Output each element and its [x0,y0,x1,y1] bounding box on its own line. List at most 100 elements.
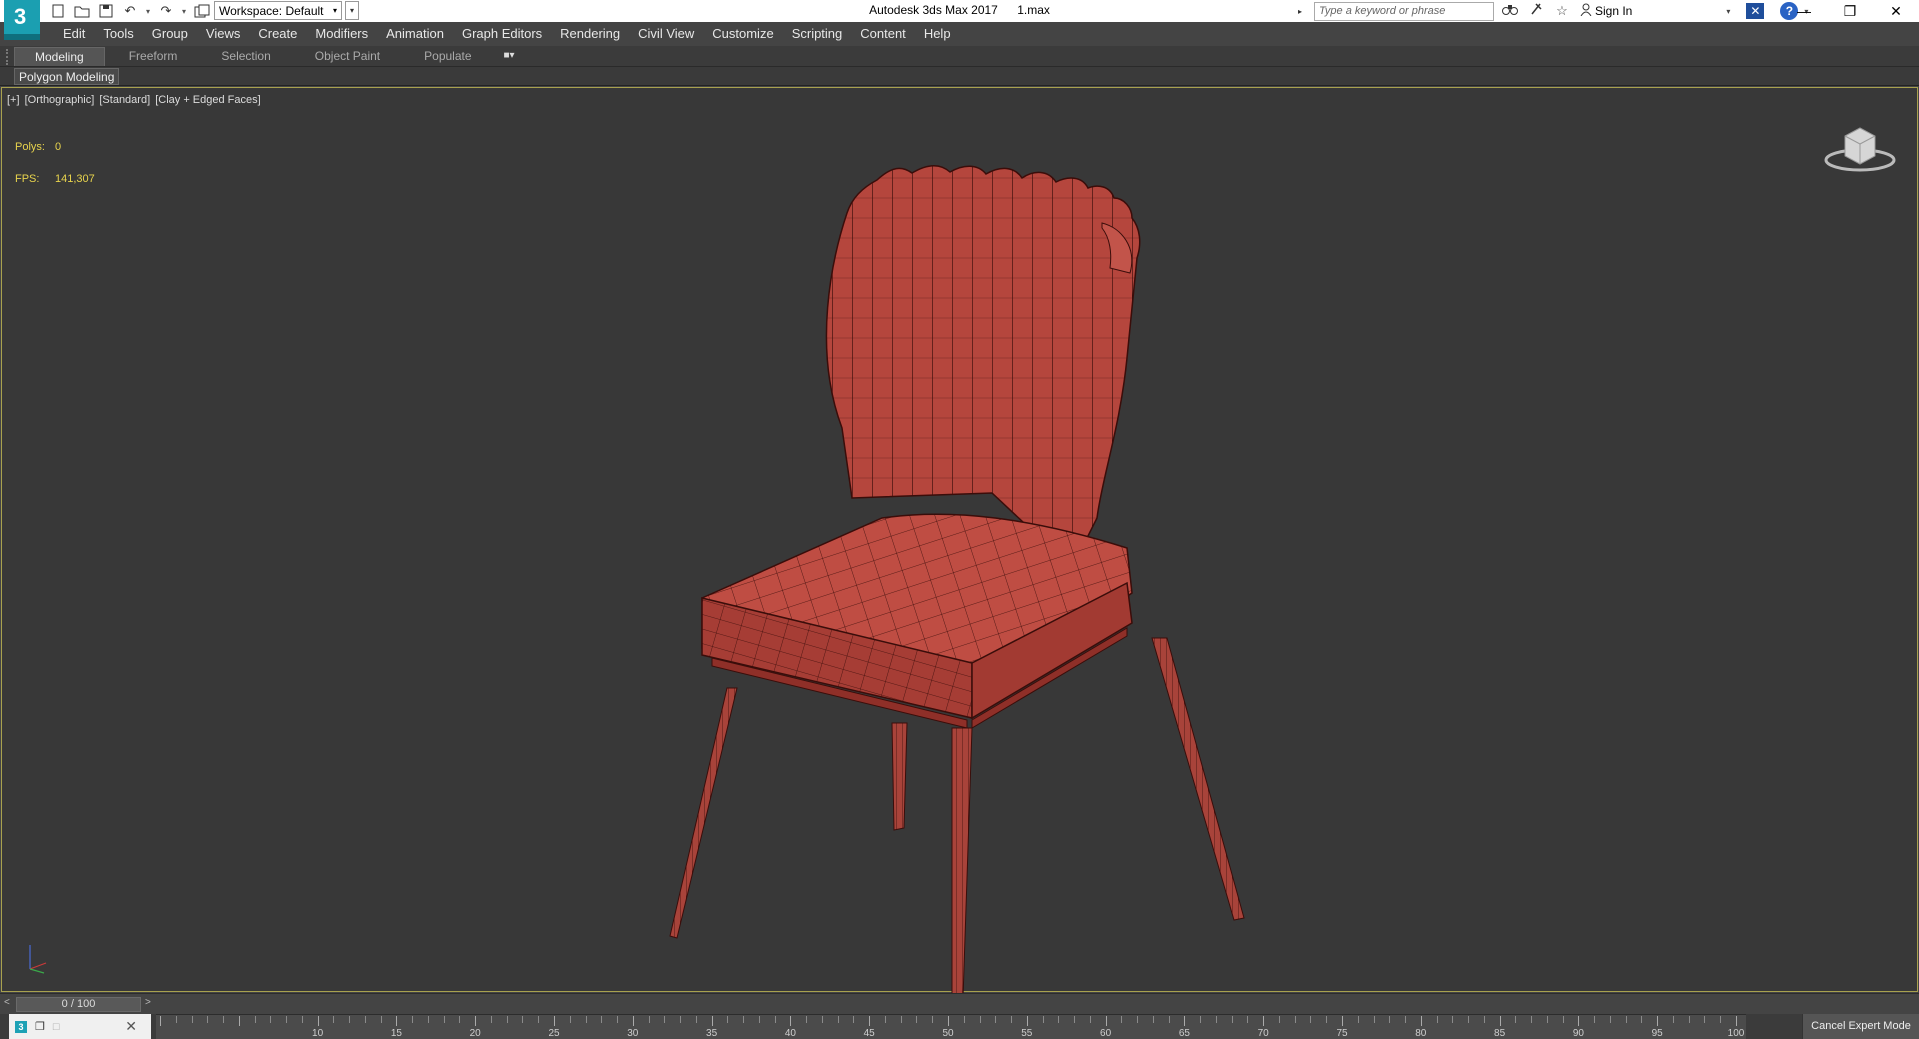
timeline-label: 85 [1494,1028,1506,1039]
restore-small-icon[interactable]: ❐ [35,1020,45,1033]
menu-group[interactable]: Group [143,22,197,46]
timeline-tick [695,1016,697,1023]
ribbon-grip[interactable] [6,49,10,65]
timeline-tick [1578,1016,1580,1026]
tab-freeform[interactable]: Freeform [109,47,198,66]
timeline-tick [380,1016,382,1023]
search-input[interactable] [1314,1,1494,21]
menu-rendering[interactable]: Rendering [551,22,629,46]
track-bar[interactable]: 10 15 20 25 30 35 40 45 50 55 60 65 70 75 80 85 90 95 100 [156,1014,1746,1039]
sign-in-button[interactable]: Sign In [1580,3,1632,19]
timeline-tick [286,1016,288,1023]
timeline-tick [821,1016,823,1023]
workspace-dropdown[interactable]: Workspace: Default ▾ [214,1,342,20]
chair-seat [701,513,1133,729]
chair-model[interactable] [632,128,1252,998]
viewport-label[interactable]: [+] [Orthographic] [Standard] [Clay + Ed… [7,94,263,106]
timeline-tick [884,1016,886,1023]
timeline-tick [396,1016,398,1026]
timeline-tick [1074,1016,1076,1023]
menu-help[interactable]: Help [915,22,960,46]
undo-dropdown-icon[interactable]: ▾ [144,7,152,16]
timeline-tick [538,1016,540,1023]
timeline-tick [364,1016,366,1023]
maximize-small-icon[interactable]: □ [53,1021,60,1033]
star-icon[interactable]: ☆ [1552,2,1572,20]
tab-selection[interactable]: Selection [201,47,290,66]
svg-text:3: 3 [14,4,26,29]
timeline-tick [1641,1016,1643,1023]
close-icon[interactable]: ✕ [1873,0,1919,22]
timeline-tick [1594,1016,1596,1023]
menu-modifiers[interactable]: Modifiers [306,22,377,46]
project-icon[interactable] [192,2,212,20]
menu-create[interactable]: Create [249,22,306,46]
timeline-tick [1704,1016,1706,1023]
viewport-point-of-view[interactable]: [Orthographic] [25,94,95,106]
viewport-shading[interactable]: [Standard] [99,94,150,106]
next-frame-icon[interactable]: > [145,997,155,1008]
stats-polys: Polys: 0 [15,141,61,153]
timeline-tick [1121,1016,1123,1023]
menu-scripting[interactable]: Scripting [783,22,852,46]
timeline-tick [1310,1016,1312,1023]
timeline-label: 80 [1415,1028,1427,1039]
ribbon: Modeling Freeform Selection Object Paint… [0,46,1919,67]
tab-object-paint[interactable]: Object Paint [295,47,400,66]
timeline-tick [617,1016,619,1023]
view-cube-icon[interactable] [1823,118,1897,176]
previous-frame-icon[interactable]: < [4,997,14,1008]
timeline-tick [1562,1016,1564,1023]
timeline-tick [459,1016,461,1023]
menu-views[interactable]: Views [197,22,249,46]
tab-populate[interactable]: Populate [404,47,491,66]
timeline-tick [1688,1016,1690,1023]
menu-graph-editors[interactable]: Graph Editors [453,22,551,46]
app-logo-icon[interactable]: 3 [4,0,40,40]
minimize-icon[interactable]: — [1781,0,1827,22]
menu-tools[interactable]: Tools [94,22,142,46]
pin-icon[interactable] [1526,2,1546,20]
timeline-tick [238,1016,240,1026]
save-icon[interactable] [96,2,116,20]
time-slider[interactable]: 0 / 100 [16,997,141,1012]
timeline-tick [1247,1016,1249,1023]
menu-customize[interactable]: Customize [703,22,782,46]
timeline-tick [711,1016,713,1026]
binoculars-icon[interactable] [1500,2,1520,20]
timeline-tick [1373,1016,1375,1023]
exchange-icon[interactable]: ✕ [1746,3,1765,19]
timeline-tick [1058,1016,1060,1023]
timeline-tick [443,1016,445,1023]
app-name: Autodesk 3ds Max 2017 [869,3,998,17]
search-expand-icon[interactable]: ▸ [1298,7,1308,16]
timeline-label: 10 [312,1028,324,1039]
restore-icon[interactable]: ❐ [1827,0,1873,22]
redo-icon[interactable]: ↷ [156,2,176,20]
workspace-options-icon[interactable]: ▾ [345,1,359,20]
timeline-tick [301,1016,303,1023]
polygon-modeling-panel[interactable]: Polygon Modeling [14,68,120,85]
ribbon-options-icon[interactable]: ■▾ [496,47,523,66]
timeline-tick [758,1016,760,1023]
timeline-tick [1357,1016,1359,1023]
viewport-menu-plus[interactable]: [+] [7,94,20,106]
timeline-tick [1168,1016,1170,1023]
menu-edit[interactable]: Edit [54,22,94,46]
tab-modeling[interactable]: Modeling [14,47,105,66]
sign-in-dropdown-icon[interactable]: ▾ [1726,7,1730,16]
close-small-icon[interactable]: ✕ [125,1018,137,1035]
open-file-icon[interactable] [72,2,92,20]
minimized-window[interactable]: 3 ❐ □ ✕ [9,1014,151,1039]
menu-civil-view[interactable]: Civil View [629,22,703,46]
timeline-tick [632,1016,634,1026]
redo-dropdown-icon[interactable]: ▾ [180,7,188,16]
timeline-tick [1625,1016,1627,1023]
cancel-expert-mode-button[interactable]: Cancel Expert Mode [1802,1014,1919,1039]
new-file-icon[interactable] [48,2,68,20]
menu-animation[interactable]: Animation [377,22,453,46]
menu-content[interactable]: Content [851,22,915,46]
viewport-visual-style[interactable]: [Clay + Edged Faces] [155,94,260,106]
viewport-perspective[interactable]: [+] [Orthographic] [Standard] [Clay + Ed… [1,87,1918,998]
undo-icon[interactable]: ↶ [120,2,140,20]
